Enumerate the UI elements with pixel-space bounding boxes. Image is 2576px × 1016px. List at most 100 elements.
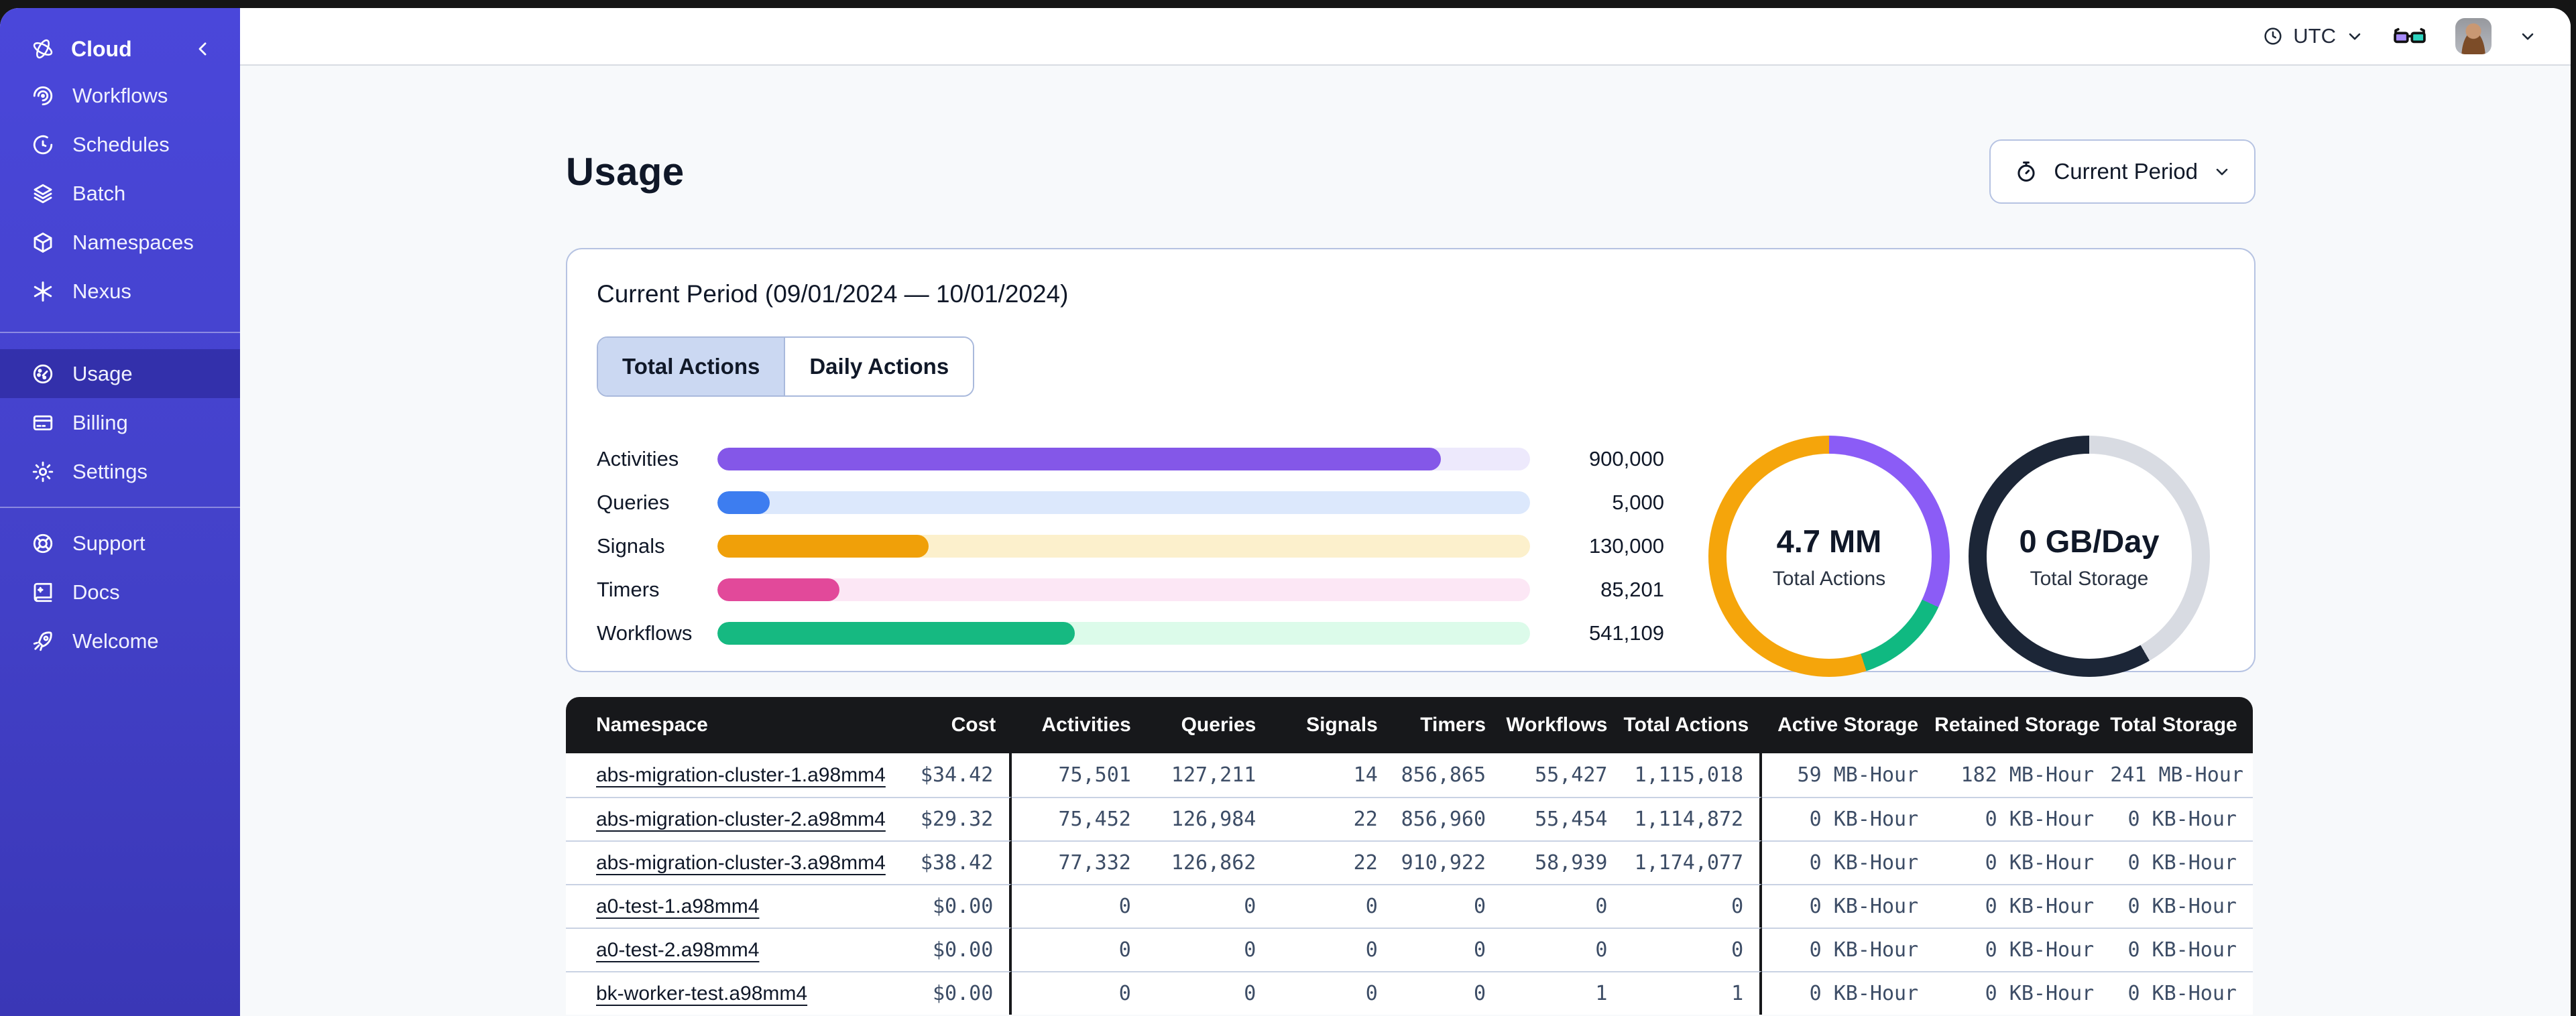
sidebar-item-batch[interactable]: Batch	[0, 169, 240, 218]
chevron-down-icon	[2213, 162, 2231, 181]
bar-label: Activities	[597, 446, 679, 470]
sidebar-item-label: Settings	[72, 459, 148, 483]
bar-row-workflows: Workflows 541,109	[597, 621, 1664, 645]
actions-tab-group: Total Actions Daily Actions	[597, 336, 975, 397]
donut-chart-total-storage: 0 GB/Day Total Storage	[1969, 436, 2210, 677]
bar-label: Timers	[597, 577, 660, 601]
sidebar-item-welcome[interactable]: Welcome	[0, 617, 240, 665]
namespace-link[interactable]: abs-migration-cluster-2.a98mm4	[596, 808, 886, 830]
bar-track	[717, 447, 1530, 470]
docs-icon	[31, 580, 55, 605]
table-cell: 75,452	[1012, 797, 1147, 840]
namespace-link[interactable]: abs-migration-cluster-1.a98mm4	[596, 764, 886, 786]
column-header-namespace: Namespace	[566, 697, 864, 753]
table-cell: 0 KB-Hour	[1934, 797, 2111, 840]
chevron-down-icon[interactable]	[2518, 27, 2537, 46]
bar-label: Signals	[597, 533, 665, 558]
table-cell: a0-test-2.a98mm4	[566, 928, 864, 971]
table-cell: 0	[1012, 971, 1147, 1015]
table-cell: 1	[1502, 971, 1624, 1015]
sidebar-item-billing[interactable]: Billing	[0, 398, 240, 447]
bar-value: 900,000	[1588, 446, 1664, 470]
main-column: UTC Usage Current Period Current Period …	[240, 8, 2571, 1016]
table-row: abs-migration-cluster-2.a98mm4 $29.32 75,4…	[566, 797, 2253, 840]
batch-icon	[31, 182, 55, 206]
bar-value: 130,000	[1588, 533, 1664, 558]
sidebar-item-settings[interactable]: Settings	[0, 447, 240, 496]
sidebar-item-docs[interactable]: Docs	[0, 568, 240, 617]
tab-total-actions[interactable]: Total Actions	[598, 338, 786, 395]
bar-value: 5,000	[1612, 490, 1664, 514]
bar-row-queries: Queries 5,000	[597, 491, 1664, 514]
sidebar-item-workflows[interactable]: Workflows	[0, 71, 240, 120]
bar-label: Workflows	[597, 621, 693, 645]
sidebar-item-namespaces[interactable]: Namespaces	[0, 218, 240, 267]
billing-icon	[31, 411, 55, 435]
table-cell: abs-migration-cluster-3.a98mm4	[566, 840, 886, 884]
bar-row-signals: Signals 130,000	[597, 533, 1664, 558]
column-header-retained-storage: Retained Storage	[1934, 697, 2111, 753]
donut-value: 0 GB/Day	[2019, 523, 2160, 559]
chevron-left-icon[interactable]	[193, 39, 213, 59]
sidebar-logo-label: Cloud	[71, 36, 132, 61]
sidebar-item-label: Schedules	[72, 132, 170, 156]
sidebar-item-nexus[interactable]: Nexus	[0, 267, 240, 316]
table-cell: 1	[1623, 971, 1763, 1015]
bar-fill	[717, 578, 839, 601]
column-header-total-actions: Total Actions	[1623, 697, 1763, 753]
table-cell: 0 KB-Hour	[1934, 928, 2111, 971]
actions-bar-chart: Activities 900,000 Queries 5,000 Signals 130,…	[597, 446, 1664, 665]
namespace-link[interactable]: a0-test-1.a98mm4	[596, 895, 759, 917]
table-cell: 22	[1272, 840, 1394, 884]
donut-center: 4.7 MM Total Actions	[1773, 523, 1885, 590]
clock-icon	[2262, 25, 2284, 47]
bar-fill	[717, 491, 770, 514]
table-cell: 14	[1272, 753, 1394, 797]
sidebar-item-label: Batch	[72, 181, 126, 205]
app-window: Cloud Workflows Schedules Batch Namespaces N…	[0, 8, 2571, 1016]
chevron-down-icon	[2345, 27, 2364, 46]
sidebar-item-support[interactable]: Support	[0, 519, 240, 568]
column-header-active-storage: Active Storage	[1762, 697, 1935, 753]
bar-label: Queries	[597, 490, 670, 514]
table-header-row: Namespace Cost Activities Queries Signals Tim…	[566, 697, 2253, 753]
bar-track	[717, 621, 1530, 645]
column-header-workflows: Workflows	[1502, 697, 1624, 753]
table-cell: 0	[1393, 884, 1503, 928]
namespace-link[interactable]: bk-worker-test.a98mm4	[596, 982, 807, 1005]
column-header-cost: Cost	[863, 697, 1012, 753]
table-cell: $0.00	[863, 971, 1012, 1015]
table-cell: 126,862	[1147, 840, 1273, 884]
table-cell: 0 KB-Hour	[1934, 971, 2111, 1015]
nexus-icon	[31, 279, 55, 304]
tab-daily-actions[interactable]: Daily Actions	[785, 338, 974, 395]
column-header-total-storage: Total Storage	[2110, 697, 2253, 753]
table-cell: 0	[1272, 971, 1394, 1015]
sidebar-item-schedules[interactable]: Schedules	[0, 120, 240, 169]
table-cell: 0 KB-Hour	[2110, 884, 2253, 928]
table-cell: 55,427	[1502, 753, 1624, 797]
table-cell: 0 KB-Hour	[1934, 840, 2111, 884]
table-cell: 0	[1393, 971, 1503, 1015]
schedules-icon	[31, 133, 55, 157]
donut-label: Total Storage	[2030, 567, 2149, 590]
sidebar-divider	[0, 507, 240, 508]
table-cell: $0.00	[863, 928, 1012, 971]
period-selector-button[interactable]: Current Period	[1989, 139, 2256, 204]
avatar[interactable]	[2455, 18, 2492, 54]
bar-track	[717, 534, 1530, 558]
table-cell: 1,114,872	[1623, 797, 1763, 840]
namespace-link[interactable]: a0-test-2.a98mm4	[596, 939, 759, 961]
table-cell: 856,865	[1393, 753, 1503, 797]
support-icon	[31, 531, 55, 556]
stopwatch-icon	[2013, 159, 2039, 184]
table-cell: 59 MB-Hour	[1762, 753, 1935, 797]
glasses-icon[interactable]	[2391, 17, 2428, 55]
page-title: Usage	[566, 149, 685, 194]
table-cell: 0	[1147, 884, 1273, 928]
sidebar-logo-row[interactable]: Cloud	[0, 27, 240, 71]
bar-value: 85,201	[1600, 577, 1664, 601]
sidebar-item-usage[interactable]: Usage	[0, 349, 240, 398]
namespace-link[interactable]: abs-migration-cluster-3.a98mm4	[596, 852, 886, 874]
timezone-selector[interactable]: UTC	[2262, 24, 2364, 48]
